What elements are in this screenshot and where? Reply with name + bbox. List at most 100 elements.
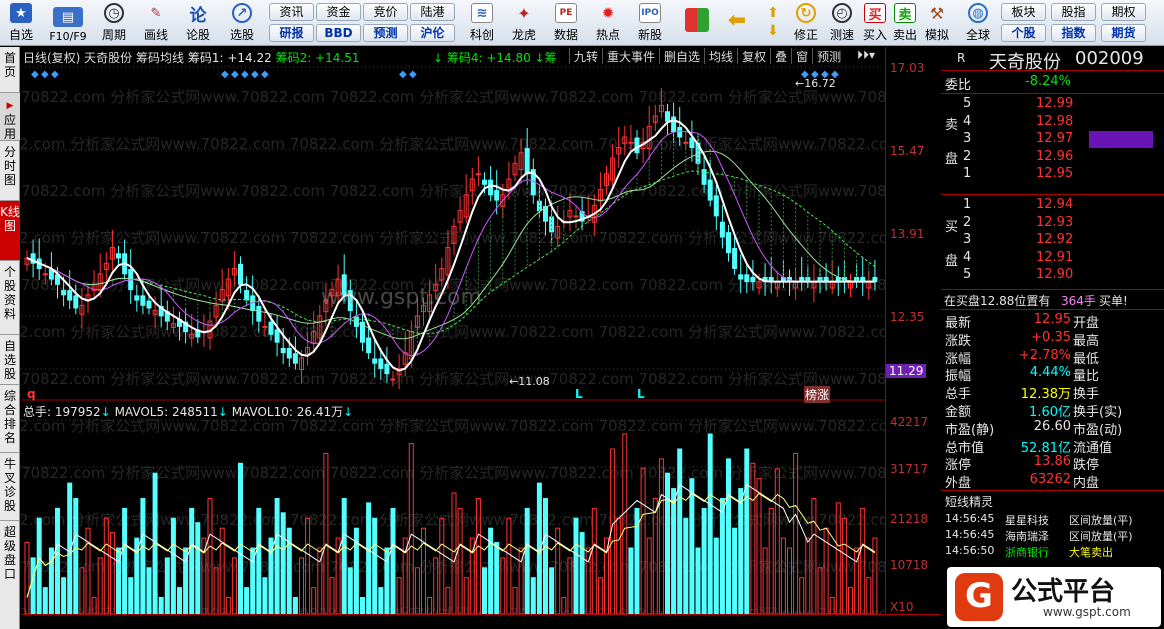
tab-rankings[interactable]: 综合排名	[0, 385, 20, 453]
pill-news[interactable]: 资讯	[269, 3, 314, 21]
period-button[interactable]: ◷ 周期	[94, 0, 134, 46]
chart-menu-item[interactable]: 删自选	[659, 48, 704, 64]
sell-level[interactable]: 4 12.98	[941, 114, 1164, 131]
sell-level[interactable]: 5 12.99	[941, 96, 1164, 113]
short-elf-title[interactable]: 短线精灵	[945, 493, 993, 510]
buy-level[interactable]: 2 12.93	[941, 215, 1164, 232]
select-stock-button[interactable]: ↗ 选股	[220, 0, 264, 46]
kline-chart[interactable]: 70822.com 分析家公式网www.70822.com 70822.com …	[21, 47, 885, 615]
candle-body	[274, 329, 280, 343]
chart-menu-item[interactable]: 均线	[704, 48, 737, 64]
buy-level[interactable]: 5 12.90	[941, 267, 1164, 284]
volume-bar	[494, 542, 500, 615]
discuss-stock-button[interactable]: 论 论股	[178, 0, 218, 46]
pill-options[interactable]: 期权	[1101, 3, 1146, 21]
page-up-down-button[interactable]: ⬆ ⬇	[760, 0, 786, 46]
high-price-label: ←16.72	[795, 77, 836, 90]
diamond-marker: ◆	[261, 69, 269, 80]
diamond-marker: ◆	[399, 69, 407, 80]
chart-menu-item[interactable]: 叠	[770, 48, 791, 64]
tab-diagnosis[interactable]: 牛叉诊股	[0, 453, 20, 521]
pill-sector[interactable]: 板块	[1001, 3, 1046, 21]
elf-item[interactable]: 14:56:45 海南瑞泽 区间放量(平)	[941, 528, 1164, 545]
stat-row: 最新 12.95 开盘	[945, 312, 1100, 331]
elf-item[interactable]: 14:56:45 星星科技 区间放量(平)	[941, 512, 1164, 529]
volume-bar	[238, 462, 243, 615]
global-button[interactable]: ◍ 全球	[958, 0, 998, 46]
pill-forecast[interactable]: 预测	[363, 24, 408, 42]
dragon-tiger-button[interactable]: ✦ 龙虎	[504, 0, 544, 46]
tab-my-stocks[interactable]: 自选股	[0, 335, 20, 385]
pill-hk-connect[interactable]: 陆港	[410, 3, 455, 21]
f10-button[interactable]: ▤ F10/F9	[44, 0, 92, 46]
ipo-button[interactable]: IPO 新股	[630, 0, 670, 46]
chart-menu-item[interactable]: 重大事件	[602, 48, 659, 64]
sell-level[interactable]: 1 12.95	[941, 166, 1164, 183]
candle-body	[494, 190, 500, 201]
hot-topic-button[interactable]: ✹ 热点	[588, 0, 628, 46]
candle-body	[634, 137, 640, 154]
pill-index-futures[interactable]: 股指	[1051, 3, 1096, 21]
chart-menu-item[interactable]: 九转	[569, 48, 602, 64]
candle-body	[67, 290, 73, 301]
volume-bar	[713, 537, 719, 615]
layout-button[interactable]	[680, 0, 714, 46]
chart-menu-item[interactable]: 预测	[812, 48, 845, 64]
volume-bar	[55, 507, 60, 615]
tab-kline[interactable]: K线图	[0, 201, 20, 261]
pill-research[interactable]: 研报	[269, 24, 314, 42]
kechuang-button[interactable]: ≋ 科创	[462, 0, 502, 46]
fix-button[interactable]: ↻ 修正	[788, 0, 824, 46]
tab-home[interactable]: 首页	[0, 47, 20, 93]
volume-bar	[579, 532, 585, 615]
buy-level[interactable]: 1 12.94	[941, 197, 1164, 214]
buy-level[interactable]: 4 12.91	[941, 250, 1164, 267]
pill-funds[interactable]: 资金	[316, 3, 361, 21]
pill-auction[interactable]: 竞价	[363, 3, 408, 21]
draw-line-button[interactable]: ✎ 画线	[136, 0, 176, 46]
volume-bar	[140, 498, 146, 615]
volume-bar	[402, 537, 408, 615]
chart-menu-arrow-icon[interactable]: ⏵⏵▾	[857, 48, 875, 63]
event-marker-l2[interactable]: L	[637, 387, 645, 401]
candle-body	[116, 253, 121, 259]
candle-body	[707, 179, 713, 201]
volume-bar	[543, 498, 548, 615]
gspt-logo-icon: G	[955, 573, 1003, 621]
chart-menu-item[interactable]: 复权	[737, 48, 770, 64]
pill-shanghai-london[interactable]: 沪伦	[410, 24, 455, 42]
candle-body	[280, 347, 286, 354]
event-marker-rank[interactable]: 榜涨	[804, 386, 831, 403]
sell-icon: 卖	[894, 3, 916, 23]
elf-item[interactable]: 14:56:50 浙商银行 大笔卖出	[941, 544, 1164, 561]
volume-bar	[73, 498, 79, 615]
buy-level[interactable]: 3 12.92	[941, 232, 1164, 249]
sell-button[interactable]: 卖 卖出	[890, 0, 920, 46]
watermark-text: 70822.com 分析家公式网www.70822.com 70822.com …	[21, 370, 885, 388]
volume-bar	[726, 458, 731, 615]
chart-menu-item[interactable]: 窗	[791, 48, 812, 64]
discuss-icon: 论	[189, 5, 207, 26]
volume-bar	[719, 498, 725, 615]
watchlist-button[interactable]: ★ 自选	[2, 0, 40, 46]
pill-index[interactable]: 指数	[1051, 24, 1096, 42]
tab-apps[interactable]: ▶ 应用	[0, 93, 20, 141]
buy-button[interactable]: 买 买入	[860, 0, 890, 46]
back-button[interactable]: ⬅	[720, 0, 754, 46]
pill-futures[interactable]: 期货	[1101, 24, 1146, 42]
volume-bar	[164, 557, 170, 615]
sell-level[interactable]: 3 12.97	[941, 131, 1164, 148]
volume-bar	[170, 517, 176, 615]
data-button[interactable]: PE 数据	[546, 0, 586, 46]
pill-stock[interactable]: 个股	[1001, 24, 1046, 42]
tab-stock-profile[interactable]: 个股资料	[0, 261, 20, 335]
pill-bbd[interactable]: BBD	[316, 24, 361, 42]
volume-bar	[665, 472, 670, 615]
tab-super-depth[interactable]: 超级盘口	[0, 521, 20, 589]
event-marker-l1[interactable]: L	[575, 387, 583, 401]
tab-intraday[interactable]: 分时图	[0, 141, 20, 201]
sell-level[interactable]: 2 12.96	[941, 149, 1164, 166]
speed-test-button[interactable]: ◴ 测速	[824, 0, 860, 46]
simulate-button[interactable]: ⚒ 模拟	[920, 0, 954, 46]
volume-bar	[177, 587, 182, 615]
